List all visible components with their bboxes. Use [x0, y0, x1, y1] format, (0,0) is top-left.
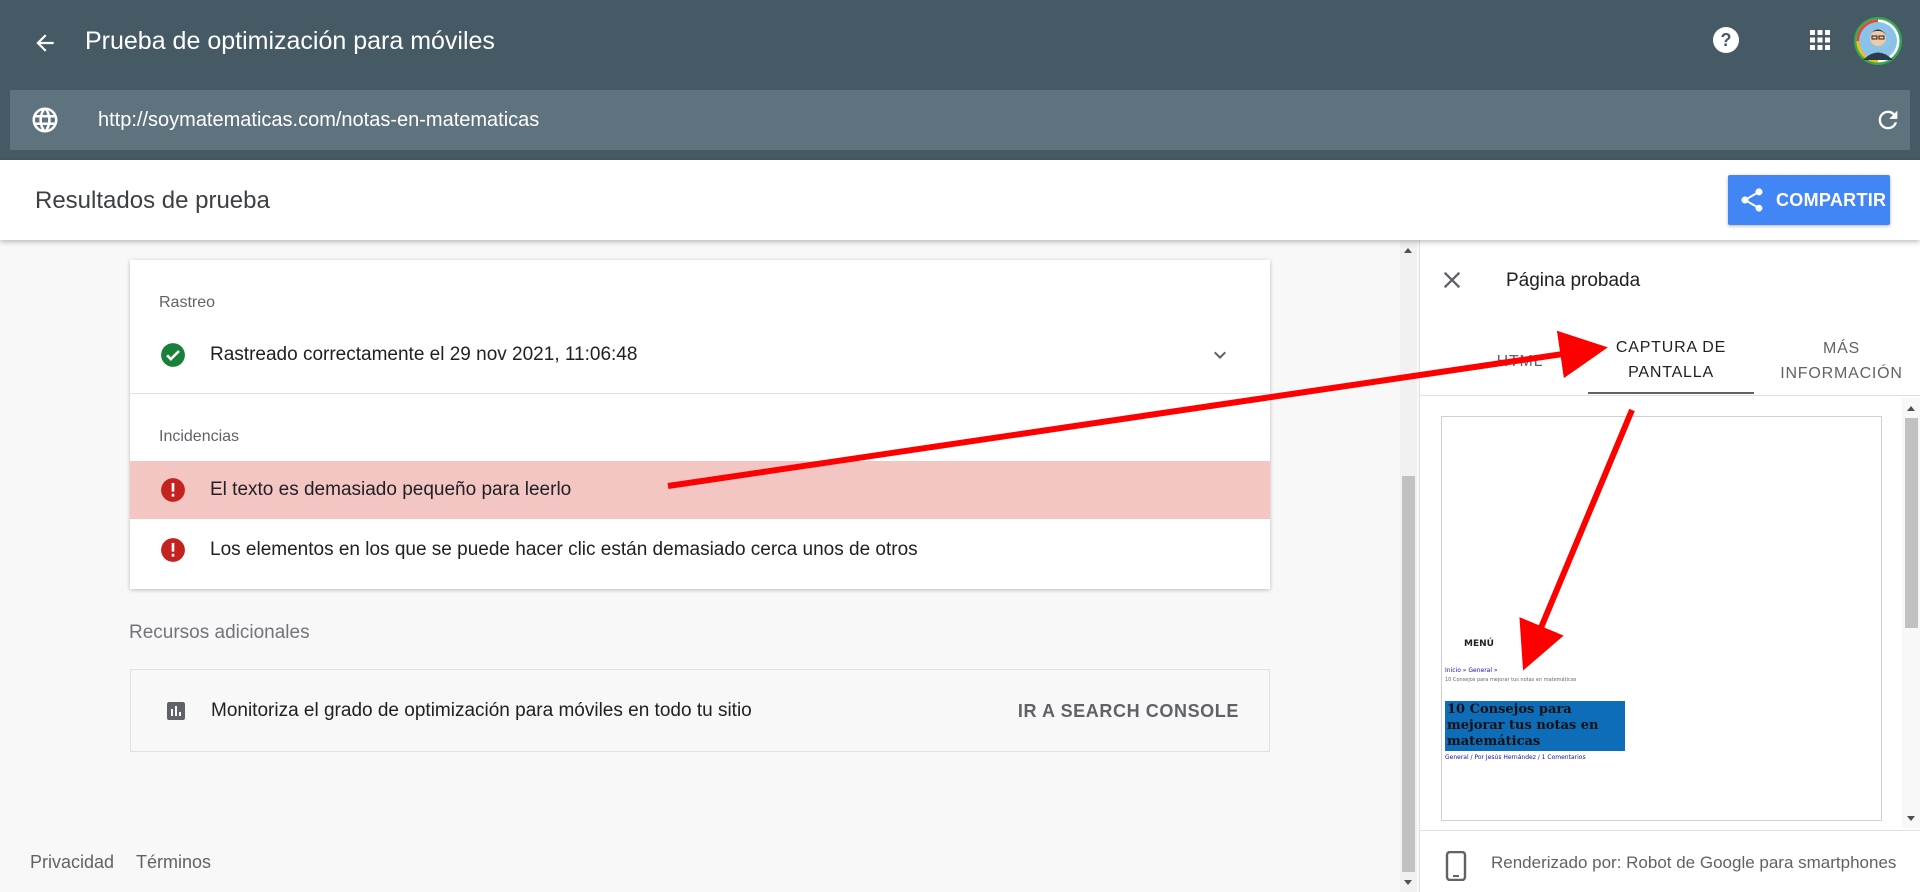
- share-icon: [1741, 188, 1763, 212]
- close-icon: [1443, 271, 1461, 289]
- app-title: Prueba de optimización para móviles: [85, 27, 495, 55]
- apps-grid-icon: [1810, 30, 1830, 50]
- url-input[interactable]: [98, 102, 1798, 138]
- issue-text: El texto es demasiado pequeño para leerl…: [210, 479, 572, 500]
- tab-label: MÁS: [1822, 340, 1861, 357]
- bar-chart-icon: [167, 702, 185, 720]
- panel-footer: Renderizado por: Robot de Google para sm…: [1420, 830, 1920, 892]
- main-scrollbar[interactable]: [1400, 240, 1417, 892]
- screenshot-meta: General / Por Jesús Hernández / 1 Coment…: [1445, 754, 1586, 761]
- scrollbar-thumb[interactable]: [1402, 476, 1415, 872]
- crawl-status-text: Rastreado correctamente el 29 nov 2021, …: [210, 344, 638, 365]
- scrollbar-thumb[interactable]: [1905, 418, 1918, 628]
- avatar[interactable]: [1854, 17, 1902, 65]
- panel-title: Página probada: [1506, 270, 1641, 291]
- error-icon: [161, 538, 185, 562]
- screenshot-headline: 10 Consejos para mejorar tus notas en ma…: [1445, 701, 1625, 751]
- help-icon: ?: [1713, 27, 1739, 53]
- screenshot-breadcrumb-current: 10 Consejos para mejorar tus notas en ma…: [1445, 677, 1577, 683]
- tested-page-panel: Página probada HTML CAPTURA DE PANTALLA …: [1419, 240, 1920, 892]
- results-card: Rastreo Rastreado correctamente el 29 no…: [130, 260, 1270, 589]
- scroll-down-arrow[interactable]: [1404, 880, 1412, 885]
- results-title: Resultados de prueba: [35, 187, 270, 214]
- scroll-down-arrow[interactable]: [1907, 816, 1915, 821]
- crawl-section-label: Rastreo: [159, 294, 216, 311]
- close-button[interactable]: [1438, 266, 1466, 294]
- divider: [130, 393, 1270, 394]
- help-button[interactable]: ?: [1710, 24, 1742, 56]
- chevron-down-icon[interactable]: [1208, 343, 1232, 367]
- tab-label: PANTALLA: [1628, 364, 1714, 381]
- crawl-status-row[interactable]: Rastreado correctamente el 29 nov 2021, …: [130, 326, 1270, 384]
- user-avatar-icon: [1854, 17, 1902, 65]
- url-bar: [10, 90, 1910, 150]
- tab-label: CAPTURA DE: [1615, 339, 1727, 356]
- resources-label: Recursos adicionales: [129, 622, 310, 643]
- tab-html[interactable]: HTML: [1460, 328, 1580, 394]
- results-header: Resultados de prueba COMPARTIR: [0, 160, 1920, 240]
- refresh-icon: [1878, 110, 1898, 130]
- resource-text: Monitoriza el grado de optimización para…: [211, 700, 752, 721]
- issues-section-label: Incidencias: [159, 428, 240, 445]
- search-console-link[interactable]: IR A SEARCH CONSOLE: [1018, 701, 1239, 722]
- panel-scrollbar[interactable]: [1902, 398, 1920, 828]
- screenshot-breadcrumb: Inicio » General »: [1445, 667, 1498, 674]
- app-header: Prueba de optimización para móviles ?: [0, 0, 1920, 160]
- check-circle-icon: [161, 343, 185, 367]
- back-button[interactable]: [28, 26, 62, 60]
- resource-box: Monitoriza el grado de optimización para…: [130, 669, 1270, 752]
- page-screenshot: MENÚ Inicio » General » 10 Consejos para…: [1441, 416, 1882, 821]
- privacy-link[interactable]: Privacidad: [30, 852, 114, 873]
- tab-more-info[interactable]: MÁS INFORMACIÓN: [1762, 328, 1920, 394]
- tab-label: HTML: [1496, 352, 1544, 370]
- apps-button[interactable]: [1804, 24, 1836, 56]
- smartphone-icon: [1445, 851, 1467, 881]
- issue-item[interactable]: Los elementos en los que se puede hacer …: [130, 521, 1270, 579]
- share-label: COMPARTIR: [1776, 189, 1887, 210]
- issue-text: Los elementos en los que se puede hacer …: [210, 539, 918, 560]
- scroll-up-arrow[interactable]: [1907, 406, 1915, 411]
- rendered-by-text: Renderizado por: Robot de Google para sm…: [1491, 853, 1897, 872]
- tabs-divider: [1420, 395, 1920, 396]
- scroll-up-arrow[interactable]: [1404, 248, 1412, 253]
- issue-item[interactable]: El texto es demasiado pequeño para leerl…: [130, 461, 1270, 519]
- terms-link[interactable]: Términos: [136, 852, 211, 873]
- globe-icon: [32, 107, 58, 133]
- tab-label: INFORMACIÓN: [1780, 365, 1903, 382]
- error-icon: [161, 478, 185, 502]
- share-button[interactable]: COMPARTIR: [1728, 175, 1890, 225]
- tab-screenshot[interactable]: CAPTURA DE PANTALLA: [1588, 328, 1754, 394]
- screenshot-menu: MENÚ: [1464, 639, 1494, 649]
- svg-text:?: ?: [1721, 30, 1732, 50]
- back-arrow-icon: [36, 34, 54, 52]
- refresh-button[interactable]: [1874, 106, 1902, 134]
